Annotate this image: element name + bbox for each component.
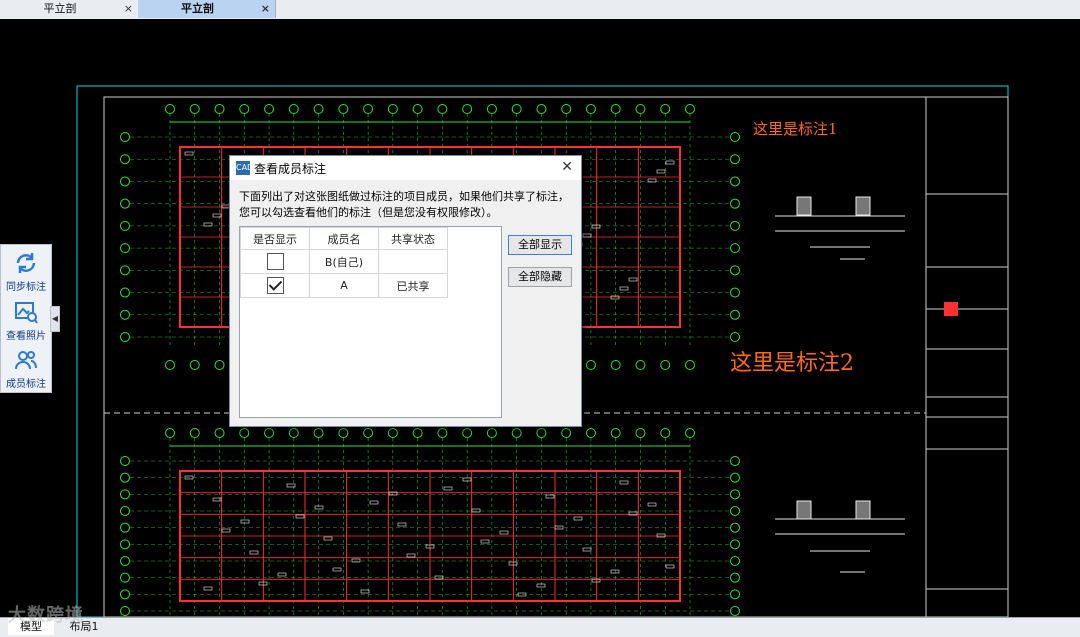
annotation-2[interactable]: 这里是标注2: [730, 345, 854, 377]
tab-label: 平立剖: [43, 2, 77, 15]
dialog-title: 查看成员标注: [254, 162, 327, 176]
dialog-title-bar: CAD 查看成员标注 ✕: [230, 156, 581, 180]
table-row: B(自己): [240, 249, 448, 274]
users-icon: [15, 351, 37, 370]
watermark: 大数跨境: [8, 605, 84, 626]
sync-label: 同步标注: [6, 282, 46, 293]
sync-icon: [16, 253, 36, 273]
layout-tab-bar: 模型 布局1: [0, 617, 1080, 637]
close-tab-icon[interactable]: ×: [261, 0, 270, 18]
close-tab-icon[interactable]: ×: [124, 0, 133, 18]
member-annotations-button[interactable]: 成员标注: [1, 344, 51, 392]
annotation-1[interactable]: 这里是标注1: [753, 118, 838, 139]
drawing-tab-bar: 平立剖 × 平立剖 ×: [0, 0, 1080, 20]
sync-annotations-button[interactable]: 同步标注: [1, 247, 51, 295]
column-header-share-status: 共享状态: [378, 227, 448, 250]
detail-section-top: [775, 196, 905, 260]
app-logo-icon: CAD: [236, 161, 253, 175]
photo-search-icon: [15, 302, 38, 324]
tab-label: 平立剖: [181, 2, 214, 15]
show-checkbox[interactable]: [266, 253, 284, 270]
annotation-side-panel: 同步标注 查看照片 成员标注: [0, 244, 52, 393]
close-icon[interactable]: ✕: [561, 159, 573, 175]
tab-drawing-2[interactable]: 平立剖 ×: [138, 0, 276, 18]
member-list: 是否显示 成员名 共享状态 B(自己) A 已共享: [239, 226, 502, 418]
detail-section-bottom: [775, 500, 905, 573]
photos-label: 查看照片: [6, 331, 46, 342]
seal-stamp: [944, 302, 958, 316]
title-block: [925, 96, 1009, 617]
column-header-visible: 是否显示: [240, 227, 310, 250]
share-status: 已共享: [378, 273, 448, 298]
members-label: 成员标注: [6, 379, 46, 390]
view-photos-button[interactable]: 查看照片: [1, 296, 51, 344]
show-checkbox[interactable]: [266, 277, 284, 294]
column-header-member: 成员名: [309, 227, 379, 250]
table-row: A 已共享: [240, 273, 448, 298]
collapse-panel-arrow-icon[interactable]: ◀: [50, 306, 60, 332]
show-all-button[interactable]: 全部显示: [508, 235, 572, 255]
member-name: A: [309, 273, 379, 298]
member-name: B(自己): [309, 249, 379, 274]
tab-drawing-1[interactable]: 平立剖 ×: [0, 0, 139, 18]
dialog-description: 下面列出了对这张图纸做过标注的项目成员，如果他们共享了标注，您可以勾选查看他们的…: [239, 190, 569, 219]
share-status: [378, 249, 448, 274]
hide-all-button[interactable]: 全部隐藏: [508, 267, 572, 287]
view-member-annotations-dialog: CAD 查看成员标注 ✕ 下面列出了对这张图纸做过标注的项目成员，如果他们共享了…: [229, 155, 582, 427]
